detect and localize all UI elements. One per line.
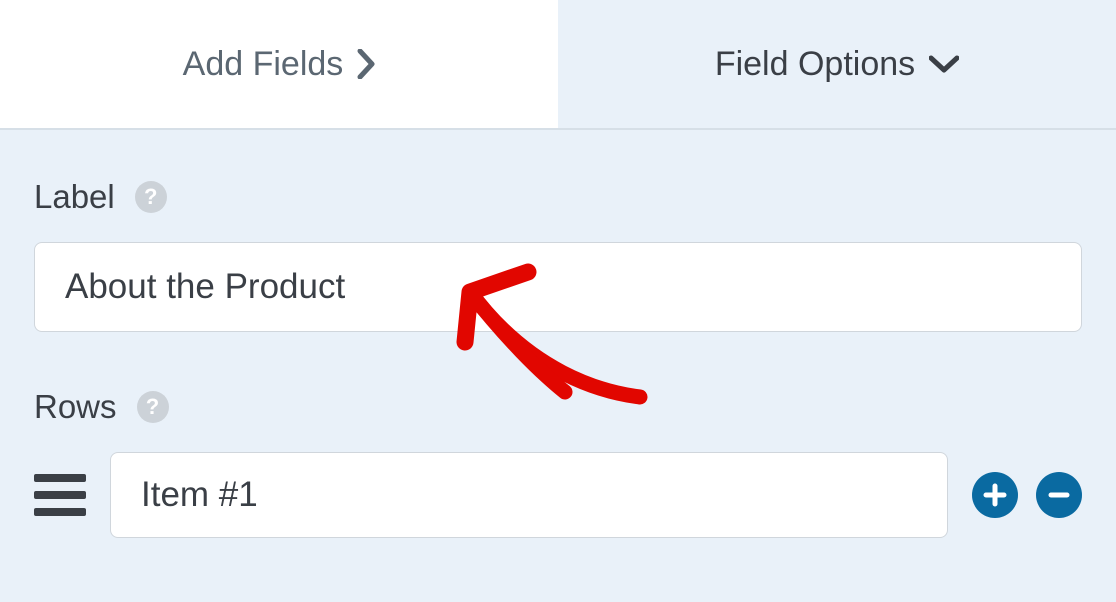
- label-title: Label: [34, 178, 115, 216]
- field-options-panel: Label ? Rows ?: [0, 130, 1116, 538]
- row-input[interactable]: [110, 452, 948, 538]
- help-icon[interactable]: ?: [135, 181, 167, 213]
- chevron-down-icon: [929, 55, 959, 73]
- add-row-button[interactable]: [972, 472, 1018, 518]
- rows-section: Rows ?: [34, 388, 1082, 538]
- rows-title: Rows: [34, 388, 117, 426]
- rows-header: Rows ?: [34, 388, 1082, 426]
- help-icon[interactable]: ?: [137, 391, 169, 423]
- drag-handle-icon[interactable]: [34, 474, 86, 516]
- tab-add-fields-label: Add Fields: [183, 45, 344, 84]
- label-section: Label ?: [34, 178, 1082, 332]
- tab-add-fields[interactable]: Add Fields: [0, 0, 558, 128]
- label-header: Label ?: [34, 178, 1082, 216]
- remove-row-button[interactable]: [1036, 472, 1082, 518]
- row-actions: [972, 472, 1082, 518]
- tab-bar: Add Fields Field Options: [0, 0, 1116, 130]
- label-input[interactable]: [34, 242, 1082, 332]
- row-item: [34, 452, 1082, 538]
- tab-field-options-label: Field Options: [715, 45, 915, 84]
- tab-field-options[interactable]: Field Options: [558, 0, 1116, 128]
- chevron-right-icon: [357, 49, 375, 79]
